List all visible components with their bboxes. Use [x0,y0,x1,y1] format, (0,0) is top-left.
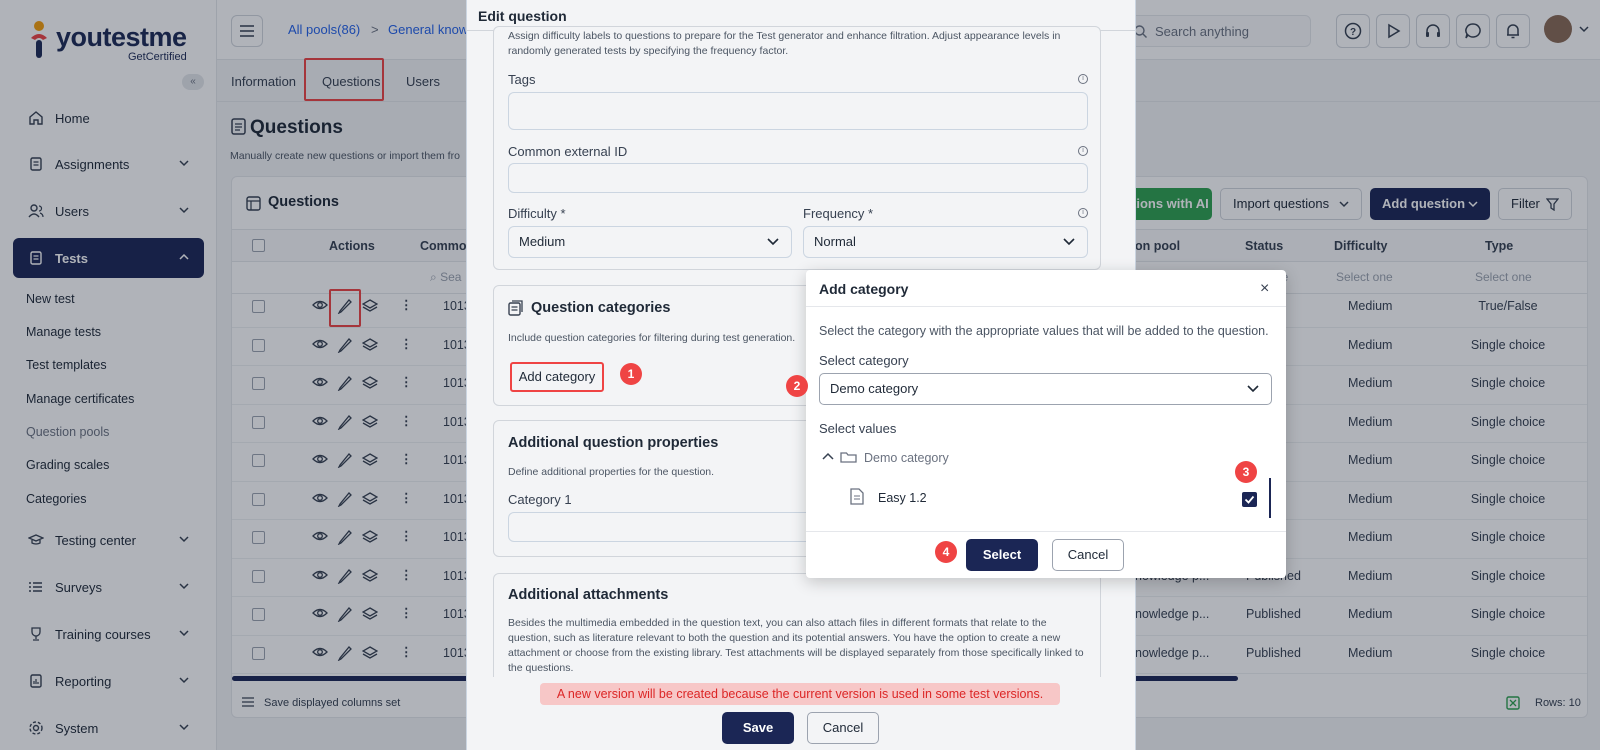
chevron-down-icon [1063,238,1075,246]
tree-folder-demo-category[interactable]: Demo category [864,451,949,465]
frequency-label: Frequency * [803,206,874,221]
question-categories-desc: Include question categories for filterin… [508,332,796,344]
step-badge-2: 2 [786,375,808,397]
additional-attachments-desc: Besides the multimedia embedded in the q… [508,617,1084,674]
add-category-desc: Select the category with the appropriate… [819,324,1269,338]
save-button[interactable]: Save [722,712,794,744]
file-icon [850,488,864,505]
info-icon: i [1078,208,1088,218]
tags-field[interactable] [508,92,1088,130]
category-1-label: Category 1 [508,492,572,507]
select-button[interactable]: Select [966,539,1038,571]
version-warning: A new version will be created because th… [540,683,1060,705]
difficulty-select[interactable]: Medium [508,226,792,258]
select-category-label: Select category [819,353,909,368]
chevron-down-icon [1247,385,1259,393]
chevron-down-icon [767,238,779,246]
easy-1-2-checkbox[interactable] [1242,492,1257,507]
cancel-button[interactable]: Cancel [807,712,879,744]
add-category-title: Add category [819,281,909,297]
divider [806,306,1286,307]
info-icon: i [1078,74,1088,84]
tree-scrollbar[interactable] [1269,478,1271,518]
checkmark-icon [1244,495,1255,504]
common-external-id-label: Common external ID [508,144,628,159]
edit-question-title: Edit question [478,8,567,24]
categories-icon [508,300,523,316]
dialog-cancel-button[interactable]: Cancel [1052,539,1124,571]
step-badge-3: 3 [1235,461,1257,483]
step-badge-1: 1 [620,363,642,385]
difficulty-intro-text: Assign difficulty labels to questions to… [508,30,1061,57]
info-icon: i [1078,146,1088,156]
select-values-label: Select values [819,421,897,436]
common-external-id-field[interactable] [508,163,1088,193]
additional-properties-desc: Define additional properties for the que… [508,466,715,478]
tags-label: Tags [508,72,536,87]
folder-icon [840,452,857,463]
additional-properties-title: Additional question properties [508,435,719,451]
chevron-up-icon[interactable] [822,452,834,461]
close-icon[interactable]: × [1260,280,1269,298]
divider [806,531,1286,532]
additional-attachments-title: Additional attachments [508,587,669,603]
step-badge-4: 4 [935,541,957,563]
category-select-value: Demo category [830,381,919,396]
category-select[interactable]: Demo category [819,373,1272,405]
difficulty-label: Difficulty * [508,206,566,221]
frequency-value: Normal [814,234,856,249]
add-category-button[interactable]: Add category [510,362,604,392]
frequency-select[interactable]: Normal [803,226,1088,258]
difficulty-value: Medium [519,234,566,249]
question-categories-title: Question categories [531,300,671,316]
tree-item-easy-1-2[interactable]: Easy 1.2 [878,491,927,505]
